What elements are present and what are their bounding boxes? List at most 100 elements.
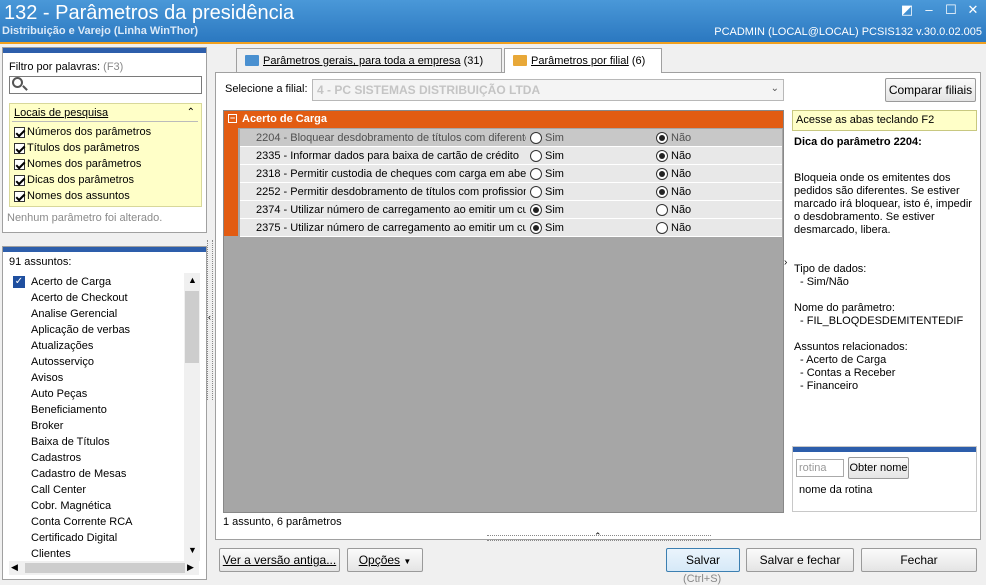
tab-parametros-gerais[interactable]: Parâmetros gerais, para toda a empresa (… — [236, 48, 502, 72]
subject-item[interactable]: Avisos — [31, 370, 63, 386]
subjects-hscrollbar[interactable]: ◀ ▶ — [9, 561, 199, 575]
parameter-row[interactable]: 2318 - Permitir custodia de cheques com … — [240, 165, 782, 183]
checkbox[interactable] — [14, 174, 25, 186]
expand-right-icon[interactable]: › — [784, 257, 787, 268]
subject-item[interactable]: Autosserviço — [31, 354, 94, 370]
tab-parametros-filial[interactable]: Parâmetros por filial (6) — [504, 48, 662, 73]
radio-nao[interactable]: Não — [656, 219, 691, 237]
locais-item[interactable]: Títulos dos parâmetros — [14, 140, 140, 156]
chevron-down-icon[interactable]: ⌄ — [771, 83, 779, 94]
subject-item[interactable]: Conta Corrente RCA — [31, 514, 133, 530]
save-button[interactable]: Salvar — [666, 548, 740, 572]
subject-item[interactable]: Baixa de Títulos — [31, 434, 110, 450]
parameter-row[interactable]: 2204 - Bloquear desdobramento de títulos… — [240, 129, 782, 147]
radio-icon[interactable] — [656, 186, 668, 199]
radio-sim[interactable]: Sim — [530, 219, 564, 237]
subject-item[interactable]: Acerto de Carga — [31, 274, 111, 290]
radio-icon[interactable] — [656, 204, 668, 217]
subject-item[interactable]: Atualizações — [31, 338, 93, 354]
radio-icon[interactable] — [530, 168, 542, 181]
scroll-left-icon[interactable]: ◀ — [11, 562, 18, 573]
subject-item[interactable]: Aplicação de verbas — [31, 322, 130, 338]
locais-item[interactable]: Números dos parâmetros — [14, 124, 151, 140]
filial-select[interactable]: 4 - PC SISTEMAS DISTRIBUIÇÃO LTDA ⌄ — [312, 79, 784, 101]
radio-icon[interactable] — [656, 150, 668, 163]
subject-item[interactable]: Clientes — [31, 546, 71, 562]
radio-icon[interactable] — [656, 132, 668, 145]
subject-item[interactable]: Broker — [31, 418, 63, 434]
scroll-down-icon[interactable]: ▼ — [188, 545, 197, 555]
collapse-left-icon[interactable]: ‹ — [208, 312, 211, 322]
subject-item[interactable]: Acerto de Checkout — [31, 290, 128, 306]
subject-checkbox-checked[interactable]: ✓ — [13, 276, 25, 288]
radio-icon[interactable] — [530, 132, 542, 145]
options-button[interactable]: Opções ▼ — [347, 548, 423, 572]
radio-icon[interactable] — [530, 150, 542, 163]
subject-item[interactable]: Cadastro de Mesas — [31, 466, 126, 482]
parameter-row[interactable]: 2252 - Permitir desdobramento de títulos… — [240, 183, 782, 201]
radio-nao[interactable]: Não — [656, 165, 691, 183]
maximize-icon[interactable]: ☐ — [942, 2, 960, 18]
help-description-line: desmarcado, libera. — [794, 224, 891, 236]
subject-item[interactable]: Certificado Digital — [31, 530, 117, 546]
filter-panel-header — [3, 48, 206, 53]
collapse-up-icon[interactable]: ⌃ — [594, 531, 602, 542]
radio-nao[interactable]: Não — [656, 129, 691, 147]
parameter-row[interactable]: 2335 - Informar dados para baixa de cart… — [240, 147, 782, 165]
old-version-button[interactable]: Ver a versão antiga... — [219, 548, 340, 572]
subject-item[interactable]: Beneficiamento — [31, 402, 107, 418]
locais-item[interactable]: Dicas dos parâmetros — [14, 172, 134, 188]
radio-sim[interactable]: Sim — [530, 201, 564, 219]
checkbox[interactable] — [14, 126, 25, 138]
radio-icon[interactable] — [530, 204, 542, 217]
folder-icon — [245, 55, 259, 66]
checkbox[interactable] — [14, 142, 25, 154]
close-button[interactable]: Fechar — [861, 548, 977, 572]
radio-nao[interactable]: Não — [656, 201, 691, 219]
scroll-up-icon[interactable]: ▲ — [188, 275, 197, 285]
group-header[interactable]: − Acerto de Carga — [224, 111, 783, 128]
minus-icon[interactable]: − — [228, 114, 237, 123]
checkbox[interactable] — [14, 190, 25, 202]
radio-sim[interactable]: Sim — [530, 183, 564, 201]
help-title: Dica do parâmetro 2204: — [794, 136, 922, 148]
radio-nao[interactable]: Não — [656, 147, 691, 165]
radio-icon[interactable] — [530, 186, 542, 199]
collapse-icon[interactable]: ⌃ — [187, 107, 195, 118]
search-input[interactable] — [9, 76, 202, 94]
related-subject-item: - Contas a Receber — [800, 367, 896, 379]
subject-item[interactable]: Cobr. Magnética — [31, 498, 111, 514]
radio-label: Não — [671, 168, 692, 181]
locais-item[interactable]: Nomes dos parâmetros — [14, 156, 141, 172]
radio-nao[interactable]: Não — [656, 183, 691, 201]
save-close-button[interactable]: Salvar e fechar — [746, 548, 854, 572]
related-subject-item: - Acerto de Carga — [800, 354, 887, 366]
radio-sim[interactable]: Sim — [530, 147, 564, 165]
compare-branches-button[interactable]: Comparar filiais — [885, 78, 976, 102]
minimize-icon[interactable]: – — [920, 2, 938, 18]
checkbox[interactable] — [14, 158, 25, 170]
scroll-thumb[interactable] — [185, 291, 199, 363]
parameter-row[interactable]: 2375 - Utilizar número de carregamento a… — [240, 219, 782, 237]
radio-sim[interactable]: Sim — [530, 165, 564, 183]
parameter-row[interactable]: 2374 - Utilizar número de carregamento a… — [240, 201, 782, 219]
radio-sim[interactable]: Sim — [530, 129, 564, 147]
data-type-value: - Sim/Não — [800, 276, 849, 288]
scroll-right-icon[interactable]: ▶ — [187, 562, 194, 573]
subject-item[interactable]: Call Center — [31, 482, 86, 498]
restore-icon[interactable]: ◩ — [898, 2, 916, 18]
status-text: Nenhum parâmetro foi alterado. — [7, 212, 163, 224]
radio-icon[interactable] — [656, 168, 668, 181]
hscroll-thumb[interactable] — [25, 563, 185, 573]
close-icon[interactable]: ✕ — [964, 2, 982, 18]
locais-item[interactable]: Nomes dos assuntos — [14, 188, 130, 204]
rotina-input[interactable]: rotina — [796, 459, 844, 477]
obter-nome-button[interactable]: Obter nome — [848, 457, 909, 479]
radio-icon[interactable] — [656, 222, 668, 235]
subject-item[interactable]: Analise Gerencial — [31, 306, 117, 322]
filter-label-text: Filtro por palavras: — [9, 61, 101, 73]
subjects-scrollbar[interactable]: ▲ ▼ — [184, 273, 200, 561]
subject-item[interactable]: Cadastros — [31, 450, 81, 466]
radio-icon[interactable] — [530, 222, 542, 235]
subject-item[interactable]: Auto Peças — [31, 386, 87, 402]
